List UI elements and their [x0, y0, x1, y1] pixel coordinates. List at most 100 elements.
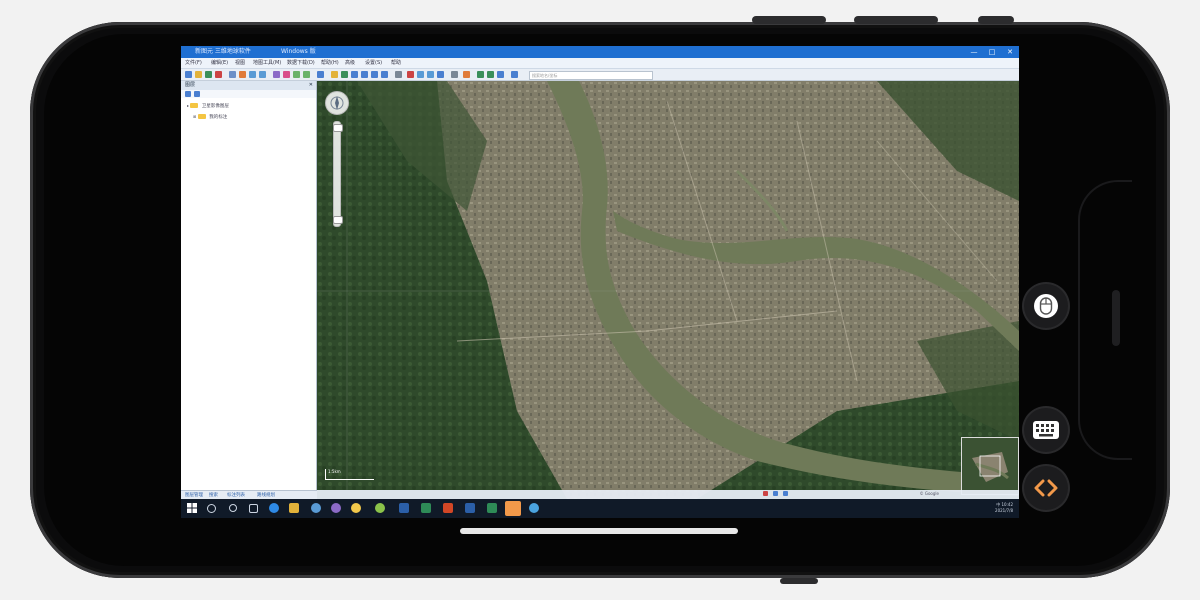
file-explorer-icon[interactable] [289, 503, 299, 513]
tab-search[interactable]: 搜索 [209, 492, 218, 498]
expand-icon[interactable]: ⊞ [193, 114, 196, 119]
star-icon[interactable] [331, 71, 338, 78]
tree-item-label: 卫星影像图层 [201, 104, 229, 109]
delete-icon[interactable] [215, 71, 222, 78]
menu-item[interactable]: 数据下载(D) [287, 59, 315, 66]
download-icon[interactable] [239, 71, 246, 78]
remote-desktop-screen[interactable]: 新图元 三维地球软件 Windows 版 — □ ✕ 文件(F) 编辑(E) 视… [181, 46, 1019, 518]
overview-minimap[interactable] [961, 437, 1019, 495]
edit-icon[interactable] [351, 71, 358, 78]
compass-control[interactable] [325, 91, 349, 115]
folder-icon[interactable] [194, 91, 200, 97]
widgets-icon[interactable] [249, 504, 258, 513]
open-icon[interactable] [195, 71, 202, 78]
status-icon [773, 491, 778, 496]
search-input[interactable]: 搜索地名/坐标 [529, 71, 653, 80]
tool-icon[interactable] [497, 71, 504, 78]
menu-item[interactable]: 设置(S) [365, 59, 382, 66]
app-icon[interactable] [375, 503, 385, 513]
browser-icon[interactable] [311, 503, 321, 513]
zoom-in-handle[interactable] [333, 124, 343, 132]
measure-icon[interactable] [273, 71, 280, 78]
expand-icon[interactable]: ▸ [187, 103, 189, 108]
folder-icon [197, 114, 206, 119]
powerpoint-icon[interactable] [443, 503, 453, 513]
marker-icon[interactable] [283, 71, 290, 78]
pencil-icon[interactable] [341, 71, 348, 78]
window-titlebar[interactable]: 新图元 三维地球软件 Windows 版 — □ ✕ [181, 46, 1019, 58]
phone-mockup-stage: 新图元 三维地球软件 Windows 版 — □ ✕ 文件(F) 编辑(E) 视… [0, 0, 1200, 600]
wechat-icon[interactable] [505, 501, 521, 516]
refresh-icon[interactable] [185, 91, 191, 97]
menu-item[interactable]: 地图工具(M) [253, 59, 281, 66]
globe-icon[interactable] [427, 71, 434, 78]
tree-item-label: 我的标注 [209, 115, 228, 120]
menu-item[interactable]: 文件(F) [185, 59, 202, 66]
settings-icon[interactable] [511, 71, 518, 78]
scale-bar: 1:5km [325, 469, 374, 480]
layer-icon[interactable] [229, 71, 236, 78]
edge-browser-icon[interactable] [269, 503, 279, 513]
windows-start-icon[interactable] [187, 503, 197, 513]
tab-layers[interactable]: 图层管理 [185, 492, 203, 498]
tool-icon[interactable] [487, 71, 494, 78]
menu-item[interactable]: 帮助 [391, 59, 401, 66]
tree-item[interactable]: ▸ 卫星影像图层 [187, 103, 229, 109]
compass-icon [330, 96, 344, 110]
grid-icon[interactable] [317, 71, 324, 78]
home-indicator[interactable] [460, 528, 738, 534]
keyboard-button[interactable] [1024, 408, 1068, 452]
system-tray[interactable]: 中 10:42 2021/7/8 [995, 502, 1013, 514]
code-toggle-button[interactable] [1024, 466, 1068, 510]
word-icon[interactable] [399, 503, 409, 513]
edit-icon[interactable] [361, 71, 368, 78]
close-button[interactable]: ✕ [1001, 46, 1019, 58]
panel-tools [181, 90, 316, 98]
compass-icon[interactable] [417, 71, 424, 78]
zoom-out-handle[interactable] [333, 216, 343, 224]
layer-panel: 图层 ✕ ▸ 卫星影像图层 ⊞ 我的标注 [181, 81, 317, 491]
search-icon[interactable] [207, 504, 216, 513]
flag-icon[interactable] [407, 71, 414, 78]
app-icon[interactable] [529, 503, 539, 513]
tree-item[interactable]: ⊞ 我的标注 [193, 114, 227, 120]
photo-icon[interactable] [437, 71, 444, 78]
edit-icon[interactable] [371, 71, 378, 78]
mouse-mode-button[interactable] [1024, 284, 1068, 328]
minimize-button[interactable]: — [965, 46, 983, 58]
path-icon[interactable] [293, 71, 300, 78]
chrome-icon[interactable] [351, 503, 361, 513]
zoom-in-icon[interactable] [249, 71, 256, 78]
satellite-map-view[interactable]: 1:5km [317, 81, 1019, 499]
menu-item[interactable]: 高级 [345, 59, 355, 66]
save-icon[interactable] [205, 71, 212, 78]
app-icon[interactable] [331, 503, 341, 513]
tab-routes[interactable]: 路线规划 [257, 492, 275, 498]
panel-title: 图层 [185, 82, 196, 88]
folder-icon [190, 103, 199, 108]
zoom-out-icon[interactable] [259, 71, 266, 78]
excel-icon[interactable] [421, 503, 431, 513]
menu-item[interactable]: 编辑(E) [211, 59, 228, 66]
volume-button [752, 16, 826, 24]
task-view-icon[interactable] [229, 504, 237, 512]
window-title: 新图元 三维地球软件 [195, 48, 251, 55]
maximize-button[interactable]: □ [983, 46, 1001, 58]
map-status-bar: © Google [317, 490, 1019, 499]
minimap-image [962, 438, 1018, 494]
word-icon[interactable] [465, 503, 475, 513]
panel-close-icon[interactable]: ✕ [309, 81, 313, 90]
menu-item[interactable]: 视图 [235, 59, 245, 66]
clock-icon[interactable] [463, 71, 470, 78]
edit-icon[interactable] [381, 71, 388, 78]
new-icon[interactable] [185, 71, 192, 78]
tab-markers[interactable]: 标注列表 [227, 492, 245, 498]
tool-icon[interactable] [477, 71, 484, 78]
print-icon[interactable] [395, 71, 402, 78]
polygon-icon[interactable] [303, 71, 310, 78]
excel-icon[interactable] [487, 503, 497, 513]
zoom-slider[interactable] [333, 121, 343, 227]
menu-item[interactable]: 帮助(H) [321, 59, 339, 66]
ruler-icon[interactable] [451, 71, 458, 78]
tray-text[interactable]: 中 [996, 502, 1000, 507]
